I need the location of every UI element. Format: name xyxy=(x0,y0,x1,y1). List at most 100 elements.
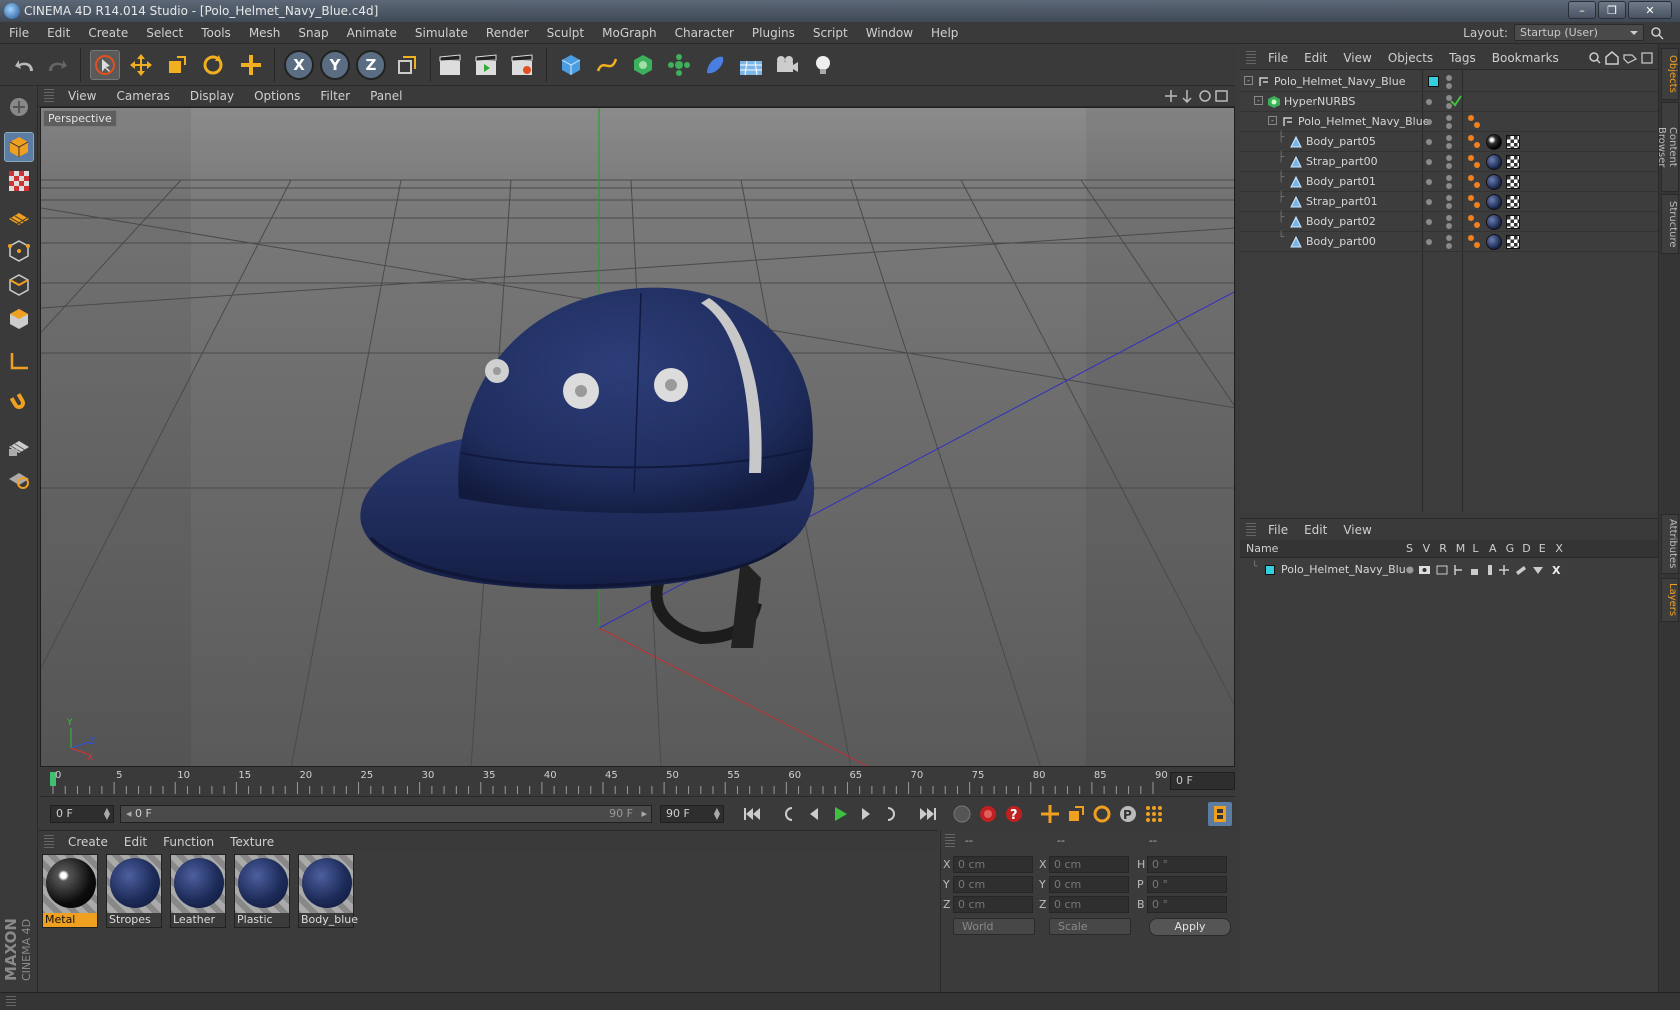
objects-menu-edit[interactable]: Edit xyxy=(1296,51,1335,65)
polygons-mode-button[interactable] xyxy=(4,304,34,334)
recent-tool[interactable] xyxy=(236,50,266,80)
maximize-button[interactable]: ❐ xyxy=(1598,1,1626,19)
current-frame-field[interactable]: 0 F ▲ ▼ xyxy=(50,805,114,823)
phong-tag-icon[interactable] xyxy=(1468,215,1474,221)
make-editable-button[interactable] xyxy=(4,92,34,122)
add-cube-button[interactable] xyxy=(556,50,586,80)
phong-tag-icon[interactable] xyxy=(1474,162,1480,168)
rotation-h-field[interactable]: 0 ° xyxy=(1147,856,1227,873)
record-parameter-button[interactable]: P xyxy=(1116,802,1140,826)
menu-file[interactable]: File xyxy=(0,26,38,40)
texture-mode-button[interactable] xyxy=(4,166,34,196)
material-swatch[interactable]: Plastic xyxy=(234,854,290,928)
menu-select[interactable]: Select xyxy=(137,26,192,40)
material-swatch[interactable]: Stropes xyxy=(106,854,162,928)
phong-tag-icon[interactable] xyxy=(1474,242,1480,248)
viewport-menu-view[interactable]: View xyxy=(58,89,106,103)
menu-help[interactable]: Help xyxy=(922,26,967,40)
material-tag-icon[interactable] xyxy=(1486,214,1502,230)
add-camera-button[interactable] xyxy=(772,50,802,80)
uvw-tag-icon[interactable] xyxy=(1506,135,1520,149)
object-row[interactable]: - HyperNURBS xyxy=(1240,92,1658,112)
minimize-button[interactable]: – xyxy=(1568,1,1596,19)
tab-structure[interactable]: Structure xyxy=(1661,194,1679,254)
object-row[interactable]: - Polo_Helmet_Navy_Blue xyxy=(1240,72,1658,92)
material-tag-icon[interactable] xyxy=(1486,154,1502,170)
uvw-tag-icon[interactable] xyxy=(1506,215,1520,229)
editor-dot[interactable] xyxy=(1446,135,1452,141)
keyframe-selection-button[interactable]: ? xyxy=(1002,802,1026,826)
record-point-level-button[interactable] xyxy=(1142,802,1166,826)
editor-visibility-dot[interactable] xyxy=(1426,219,1432,225)
panel-grip[interactable] xyxy=(44,89,54,103)
layer-column-a[interactable]: A xyxy=(1489,542,1497,555)
preview-range-slider[interactable]: ◂ 0 F 90 F ▸ xyxy=(120,805,652,823)
z-axis-lock-button[interactable]: Z xyxy=(356,50,386,80)
render-dot[interactable] xyxy=(1446,203,1452,209)
coordinate-system-button[interactable] xyxy=(392,50,422,80)
layer-column-x[interactable]: X xyxy=(1555,542,1563,555)
layer-column-e[interactable]: E xyxy=(1539,542,1546,555)
menu-snap[interactable]: Snap xyxy=(289,26,337,40)
panel-grip[interactable] xyxy=(6,996,16,1008)
objects-menu-view[interactable]: View xyxy=(1335,51,1379,65)
editor-visibility-dot[interactable] xyxy=(1426,139,1432,145)
menu-simulate[interactable]: Simulate xyxy=(406,26,477,40)
editor-visibility-dot[interactable] xyxy=(1426,179,1432,185)
viewport-menu-display[interactable]: Display xyxy=(180,89,244,103)
panel-grip[interactable] xyxy=(945,834,955,848)
layers-menu-file[interactable]: File xyxy=(1260,523,1296,537)
object-row[interactable]: ├ Strap_part00 xyxy=(1240,152,1658,172)
menu-mograph[interactable]: MoGraph xyxy=(593,26,666,40)
size-y-field[interactable]: 0 cm xyxy=(1049,876,1129,893)
material-menu-texture[interactable]: Texture xyxy=(222,835,282,849)
editor-dot[interactable] xyxy=(1446,215,1452,221)
material-tag-icon[interactable] xyxy=(1486,234,1502,250)
coordinate-space-dropdown[interactable]: World xyxy=(953,918,1035,935)
panel-grip[interactable] xyxy=(1246,522,1256,537)
layer-column-s[interactable]: S xyxy=(1406,542,1413,555)
uvw-tag-icon[interactable] xyxy=(1506,235,1520,249)
render-dot[interactable] xyxy=(1446,243,1452,249)
phong-tag-icon[interactable] xyxy=(1468,195,1474,201)
perspective-viewport[interactable]: Y Z X Perspective xyxy=(40,107,1235,767)
render-settings-button[interactable] xyxy=(508,50,538,80)
phong-tag-icon[interactable] xyxy=(1468,135,1474,141)
render-dot[interactable] xyxy=(1446,143,1452,149)
go-to-next-frame-button[interactable] xyxy=(854,802,878,826)
menu-create[interactable]: Create xyxy=(79,26,137,40)
material-tag-icon[interactable] xyxy=(1486,134,1502,150)
phong-tag-icon[interactable] xyxy=(1468,175,1474,181)
undo-button[interactable] xyxy=(10,50,40,80)
material-menu-create[interactable]: Create xyxy=(60,835,116,849)
go-to-next-key-button[interactable] xyxy=(880,802,904,826)
material-tag-icon[interactable] xyxy=(1486,194,1502,210)
layer-flag-icons[interactable]: X xyxy=(1402,563,1572,577)
layer-column-m[interactable]: M xyxy=(1456,542,1466,555)
viewport-label[interactable]: Perspective xyxy=(43,110,117,127)
viewport-menu-filter[interactable]: Filter xyxy=(310,89,360,103)
layer-column-g[interactable]: G xyxy=(1506,542,1515,555)
enable-snap-grid-button[interactable] xyxy=(4,430,34,460)
snap-button[interactable] xyxy=(4,388,34,418)
menu-sculpt[interactable]: Sculpt xyxy=(538,26,593,40)
uvw-tag-icon[interactable] xyxy=(1506,155,1520,169)
editor-dot[interactable] xyxy=(1446,155,1452,161)
add-floor-button[interactable] xyxy=(736,50,766,80)
rotation-b-field[interactable]: 0 ° xyxy=(1147,896,1227,913)
layer-column-d[interactable]: D xyxy=(1522,542,1530,555)
add-array-button[interactable] xyxy=(664,50,694,80)
size-mode-dropdown[interactable]: Scale xyxy=(1049,918,1131,935)
current-frame-display[interactable]: 0 F xyxy=(1170,772,1235,790)
editor-visibility-dot[interactable] xyxy=(1426,239,1432,245)
object-row[interactable]: - Polo_Helmet_Navy_Blue xyxy=(1240,112,1658,132)
phong-tag-icon[interactable] xyxy=(1474,182,1480,188)
object-row[interactable]: ├ Body_part02 xyxy=(1240,212,1658,232)
menu-script[interactable]: Script xyxy=(804,26,857,40)
objects-menu-bookmarks[interactable]: Bookmarks xyxy=(1484,51,1567,65)
edges-mode-button[interactable] xyxy=(4,270,34,300)
viewport-menu-options[interactable]: Options xyxy=(244,89,310,103)
timeline-ruler[interactable]: 0 5 10 15 20 25 30 35 40 45 50 55 60 65 70 75 80 85 90 xyxy=(40,768,1235,796)
menu-plugins[interactable]: Plugins xyxy=(743,26,804,40)
menu-mesh[interactable]: Mesh xyxy=(240,26,290,40)
